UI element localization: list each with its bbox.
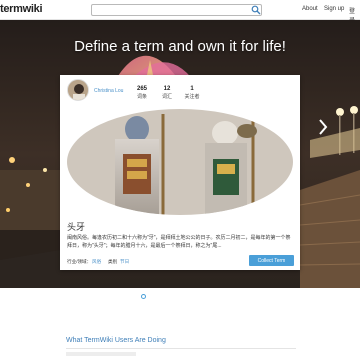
stat-followers-label: 关注者 (184, 94, 200, 100)
stat-terms-label: 词条 (136, 94, 147, 100)
stat-followers[interactable]: 1 关注者 (180, 86, 204, 100)
stat-glossaries[interactable]: 12 词汇 (155, 86, 179, 100)
collect-term-button[interactable]: Collect Term (249, 255, 294, 266)
industry-value: 风俗 (92, 259, 102, 264)
category-label: 类别 (108, 259, 118, 264)
search-icon[interactable] (251, 5, 261, 15)
nav-about-link[interactable]: About (302, 6, 318, 12)
nav-signup-link[interactable]: Sign up (324, 6, 344, 12)
username-link[interactable]: Christina Lou (94, 88, 123, 94)
avatar-image (68, 80, 88, 100)
top-bar: termwiki About Sign up 登录 (0, 0, 360, 24)
term-card: Christina Lou 265 词条 12 词汇 1 关注者 头牙 闽南风俗… (60, 75, 300, 270)
category-value: 节日 (120, 259, 130, 264)
activity-item-placeholder (66, 352, 136, 356)
avatar[interactable] (67, 79, 89, 101)
term-description: 闽南风俗。每逢农历初二和十六称为"牙"，是拜拜土地公公的日子。农历二月初二，是每… (67, 235, 291, 249)
stat-followers-value: 1 (190, 86, 194, 92)
stat-glossaries-label: 词汇 (161, 94, 172, 100)
stat-terms-value: 265 (136, 86, 147, 92)
industry-value-link[interactable]: 风俗 (92, 259, 101, 265)
section-divider (66, 348, 296, 349)
search-input[interactable] (91, 4, 262, 16)
chevron-right-icon[interactable] (318, 118, 328, 136)
termwiki-logo[interactable]: termwiki (0, 3, 43, 15)
industry-label: 行业/领域： (67, 259, 92, 264)
stat-glossaries-value: 12 (163, 86, 171, 92)
logo-text: termwiki (0, 3, 43, 15)
term-title[interactable]: 头牙 (67, 220, 85, 233)
term-photo[interactable] (67, 109, 293, 215)
hero-title: Define a term and own it for life! (74, 38, 286, 55)
stat-terms[interactable]: 265 词条 (130, 86, 154, 100)
carousel-indicator-dot[interactable] (141, 294, 146, 299)
activity-section-title: What TermWiki Users Are Doing (66, 337, 166, 344)
category-value-link[interactable]: 节日 (120, 259, 129, 265)
